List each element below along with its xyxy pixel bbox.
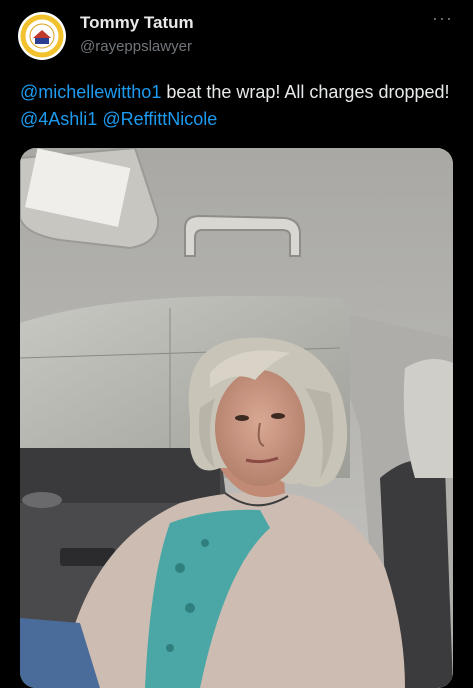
mention-link[interactable]: @michellewittho1 bbox=[20, 82, 161, 102]
author-display-name[interactable]: Tommy Tatum bbox=[80, 13, 194, 33]
car-selfie-photo bbox=[20, 148, 453, 688]
tweet-text: @michellewittho1 beat the wrap! All char… bbox=[20, 79, 450, 133]
avatar-logo-icon bbox=[19, 13, 65, 59]
mention-link[interactable]: @ReffittNicole bbox=[102, 109, 217, 129]
tweet-body-text: beat the wrap! All charges dropped! bbox=[161, 82, 450, 102]
mention-link[interactable]: @4Ashli1 bbox=[20, 109, 97, 129]
author-avatar[interactable] bbox=[18, 12, 66, 60]
tweet-card: Tommy Tatum @rayeppslawyer ··· @michelle… bbox=[0, 0, 473, 688]
author-handle[interactable]: @rayeppslawyer bbox=[80, 38, 192, 55]
tweet-photo[interactable] bbox=[20, 148, 453, 688]
more-options-icon[interactable]: ··· bbox=[432, 8, 453, 29]
